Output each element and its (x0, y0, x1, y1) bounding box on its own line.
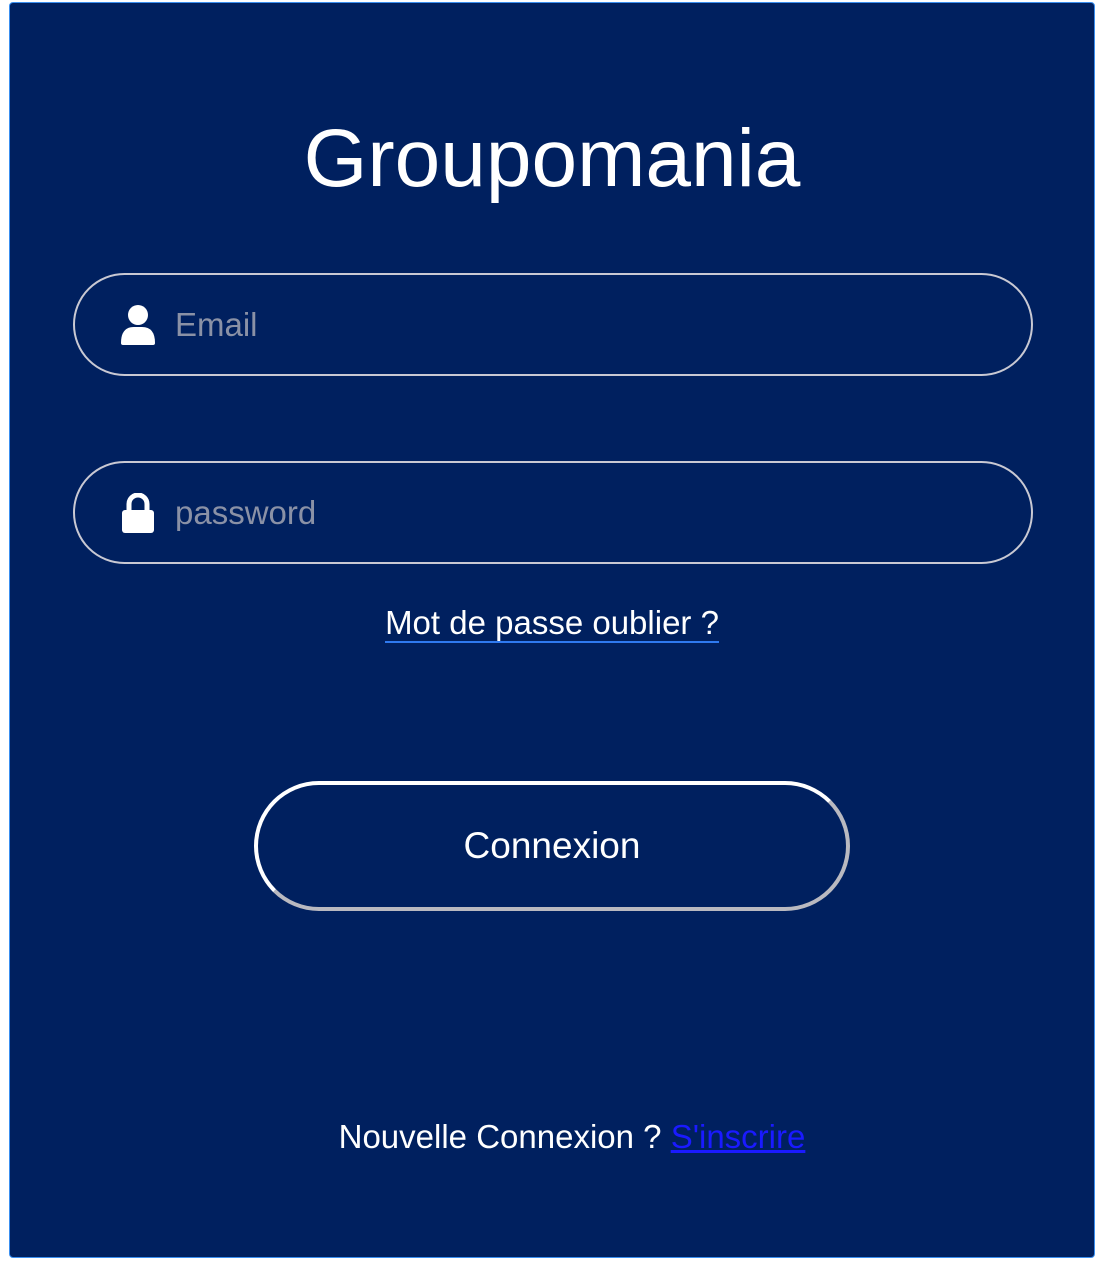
signup-link[interactable]: S'inscrire (671, 1118, 806, 1155)
forgot-password-link[interactable]: Mot de passe oublier ? (385, 604, 719, 643)
signup-prompt: Nouvelle Connexion ? (338, 1118, 662, 1155)
password-field[interactable] (73, 461, 1033, 564)
login-button[interactable]: Connexion (254, 781, 850, 911)
app-title: Groupomania (303, 113, 801, 204)
email-field[interactable] (73, 273, 1033, 376)
login-card: Groupomania Mot de passe oublier ? Conne… (9, 2, 1095, 1258)
email-input[interactable] (175, 275, 995, 374)
forgot-password-row: Mot de passe oublier ? (10, 603, 1094, 643)
password-input[interactable] (175, 463, 995, 562)
lock-icon (120, 492, 156, 533)
signup-row: Nouvelle Connexion ? S'inscrire (10, 1115, 1094, 1159)
user-icon (120, 304, 156, 345)
